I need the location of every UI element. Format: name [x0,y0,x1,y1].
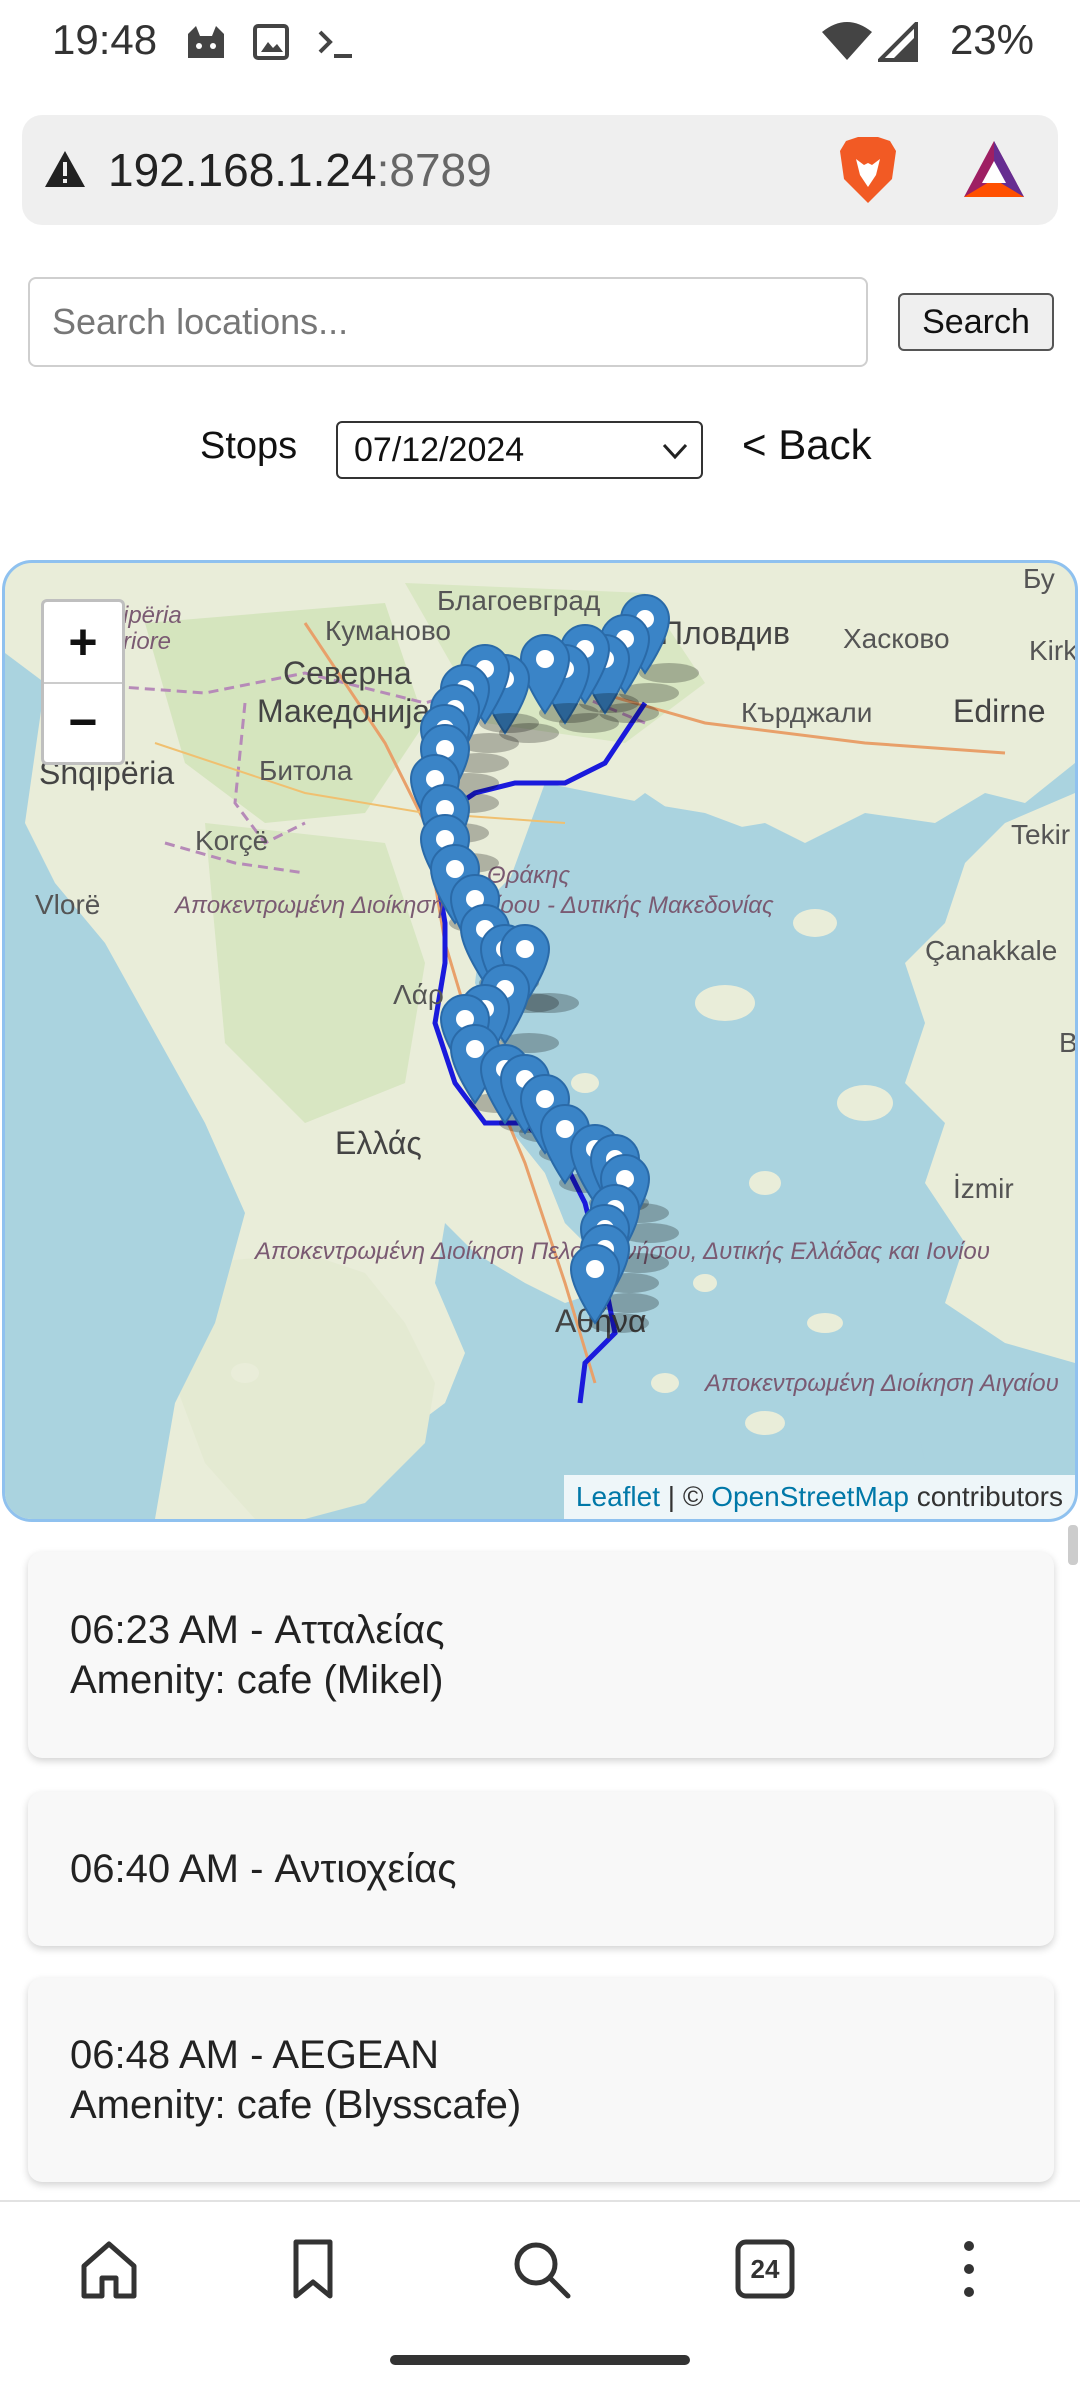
address-bar[interactable]: 192.168.1.24:8789 [22,115,1058,225]
more-icon[interactable] [932,2232,1006,2306]
stop-card[interactable]: 06:23 AM - Ατταλείας Amenity: cafe (Mike… [28,1552,1054,1758]
url-host: 192.168.1.24 [108,144,377,196]
stop-card[interactable]: 06:48 AM - AEGEAN Amenity: cafe (Blyssca… [28,1978,1054,2182]
scrollbar-thumb[interactable] [1068,1525,1078,1565]
battery-level: 23% [949,16,1034,63]
warning-icon[interactable] [44,149,86,189]
bat-triangle-icon[interactable] [962,139,1026,199]
bottom-navigation: 24 [0,2200,1080,2336]
tabs-button[interactable]: 24 [728,2232,802,2306]
date-select-value: 07/12/2024 [354,431,525,469]
signal-icon [878,22,918,62]
search-icon[interactable] [504,2232,578,2306]
chevron-down-icon [662,443,688,460]
zoom-out-button[interactable]: − [44,682,122,762]
stop-card-detail: Amenity: cafe (Blysscafe) [70,2083,522,2127]
attribution-separator: | © [660,1481,712,1512]
url-port: :8789 [376,144,492,196]
zoom-in-button[interactable]: + [44,602,122,684]
osm-link[interactable]: OpenStreetMap [711,1481,909,1512]
url-text[interactable]: 192.168.1.24:8789 [108,143,492,197]
leaflet-link[interactable]: Leaflet [576,1481,660,1512]
search-input[interactable] [28,277,868,367]
attribution-tail: contributors [908,1481,1063,1512]
back-link[interactable]: < Back [742,421,872,469]
zoom-control: + − [41,599,125,765]
map-view[interactable]: Благоевград Пловдив Хасково Кърджали Kir… [2,560,1078,1522]
stop-card-detail: Amenity: cafe (Mikel) [70,1658,444,1702]
home-icon[interactable] [72,2232,146,2306]
status-bar: 19:48 23% [0,0,1080,84]
wifi-icon [822,22,872,60]
stop-card-title: 06:23 AM - Ατταλείας [70,1608,445,1652]
search-button[interactable]: Search [898,293,1054,351]
date-select[interactable]: 07/12/2024 [336,421,703,479]
bookmark-icon[interactable] [276,2232,350,2306]
stop-card-title: 06:48 AM - AEGEAN [70,2033,440,2077]
marker-layer[interactable] [5,563,1075,1519]
gesture-home-bar[interactable] [390,2355,690,2365]
image-icon [253,24,289,60]
tabs-count: 24 [750,2254,780,2284]
status-time: 19:48 [52,16,158,63]
stop-card-title: 06:40 AM - Αντιοχείας [70,1847,457,1891]
cat-app-icon [188,26,224,58]
brave-lion-icon[interactable] [836,135,900,205]
stop-card[interactable]: 06:40 AM - Αντιοχείας [28,1792,1054,1946]
stops-label: Stops [200,425,298,467]
map-attribution: Leaflet | © OpenStreetMap contributors [563,1475,1075,1519]
terminal-icon [318,30,352,58]
